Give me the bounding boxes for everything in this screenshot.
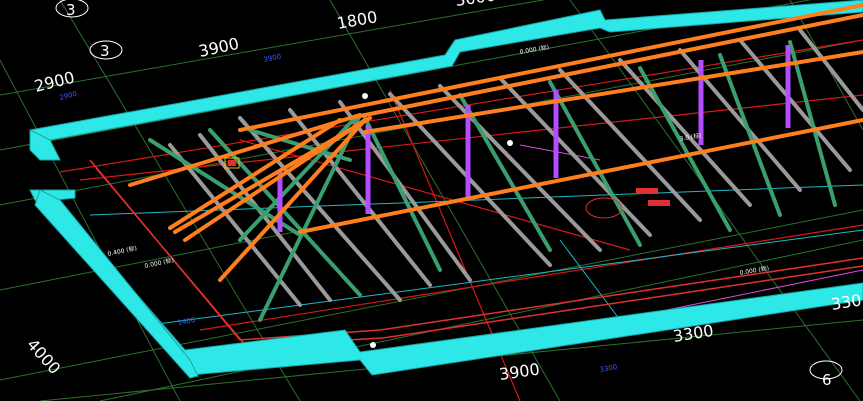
elevation-tag-left2: 0.000 (标): [144, 256, 175, 270]
structure-model-canvas[interactable]: 3 3 6 3900 1800 3000 2900 4000 3900 3300…: [0, 0, 863, 401]
elevation-tag-right: 0.000 (标): [739, 264, 770, 277]
small-dim-1400: 1400: [177, 316, 196, 327]
axis-bubble-3: 3: [100, 42, 110, 60]
dim-3000: 3000: [454, 0, 497, 10]
green-rafters: [148, 40, 837, 322]
gray-rafters: [168, 28, 863, 307]
axis-label-6: 6: [822, 371, 832, 389]
small-dim-2900: 2900: [59, 90, 78, 102]
dim-330-edge: 330: [830, 290, 863, 314]
dim-3900-top: 3900: [197, 34, 241, 61]
cad-3d-viewport[interactable]: 3 3 6 3900 1800 3000 2900 4000 3900 3300…: [0, 0, 863, 401]
dim-1800: 1800: [335, 7, 378, 33]
small-dim-3900: 3900: [263, 52, 282, 64]
small-dim-3300: 3300: [599, 363, 618, 374]
elevation-tag-top: 0.000 (标): [519, 43, 550, 56]
axis-label-3-top: 3: [66, 1, 76, 19]
elevation-tag-left: 0.400 (标): [107, 244, 138, 258]
